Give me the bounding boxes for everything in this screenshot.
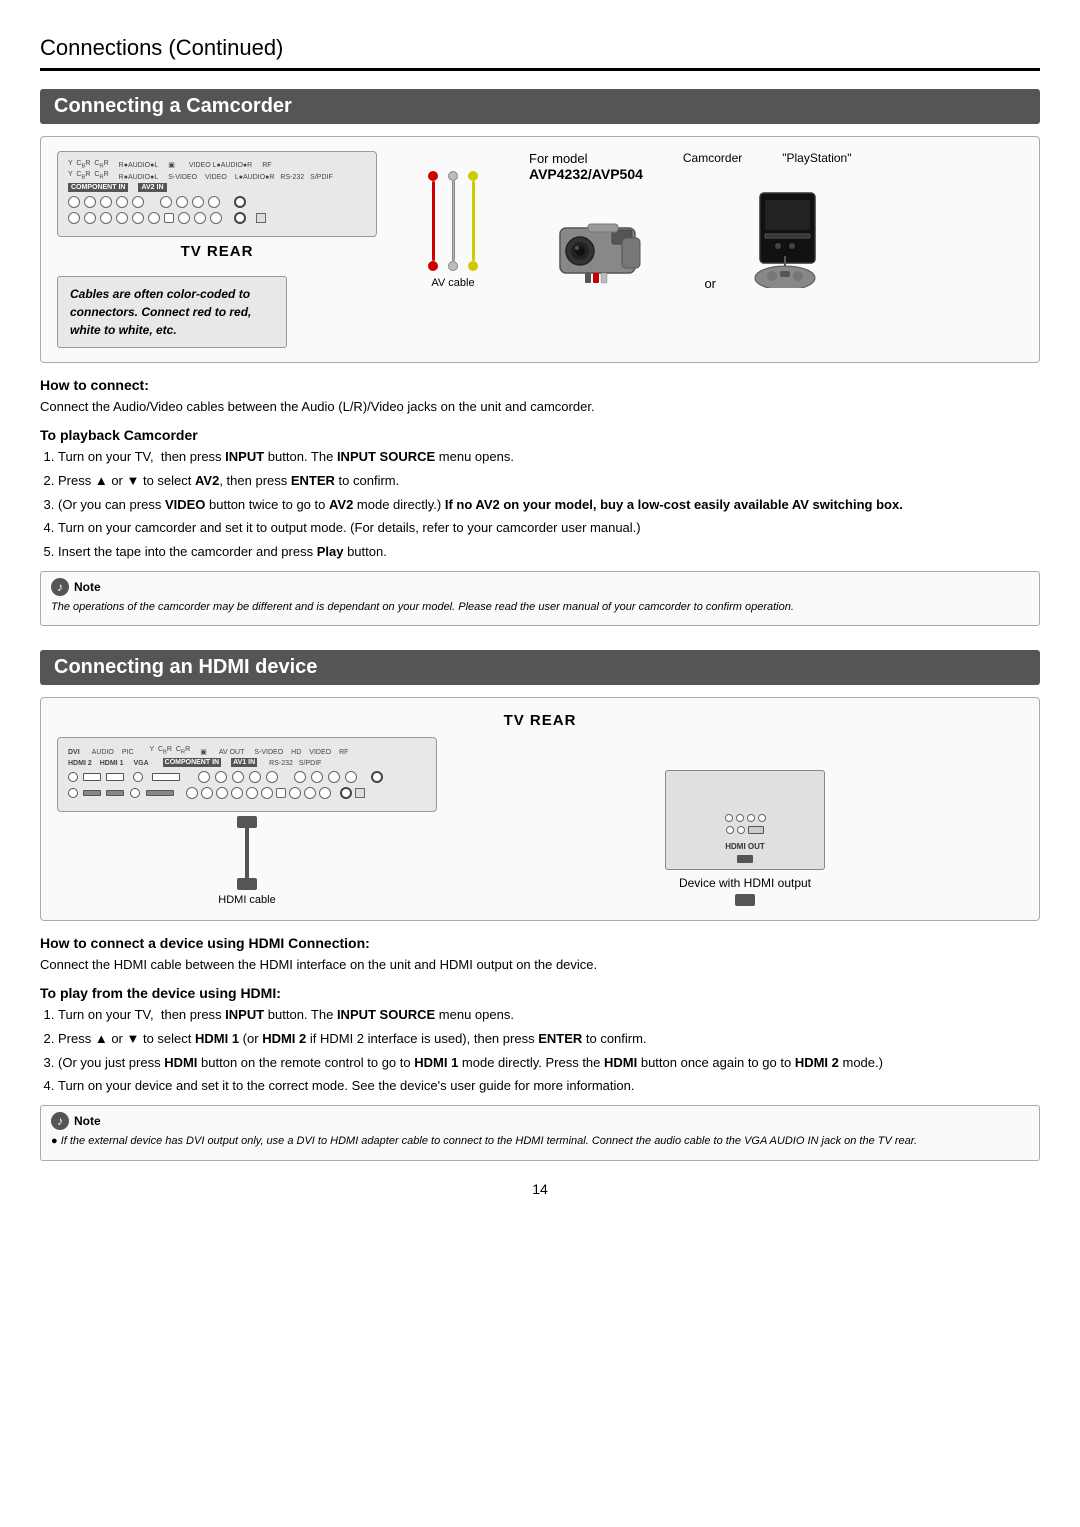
hdmi-diagram-inner: DVI AUDIO PIC Y CBR CRR ▣ AV OUT S-VIDEO… [57,737,1023,905]
hdmi-connector-bottom [237,878,257,890]
tv-panel-area: Y CBR CRR R●AUDIO●L ▣ VIDEO L●AUDIO●R RF… [57,151,377,348]
section1-header: Connecting a Camcorder [40,89,1040,124]
hdmi-panel-labels: DVI AUDIO PIC Y CBR CRR ▣ AV OUT S-VIDEO… [68,746,426,755]
title-connections: Connections [40,35,162,60]
playback-title: To playback Camcorder [40,427,1040,443]
tv-rear-label: TV REAR [57,243,377,260]
cable-area: AV cable [393,151,513,289]
section1-title: Connecting a Camcorder [54,95,292,117]
hdmi-note-icon: ♪ [51,1112,69,1130]
hdmi-device-connector [735,894,755,906]
panel-labels2: Y CBR CRR R●AUDIO●L S-VIDEO VIDEO L●AUDI… [68,171,366,180]
hdmi-play-title: To play from the device using HDMI: [40,985,1040,1001]
section2-title: Connecting an HDMI device [54,656,317,678]
list-item: Turn on your camcorder and set it to out… [58,518,1040,539]
hdmi-how-to-section: How to connect a device using HDMI Conne… [40,935,1040,1161]
av-cable-lines [428,171,478,271]
for-model-block: For model AVP4232/AVP504 [529,151,643,182]
italic-note-text: Cables are often color-coded to connecto… [70,287,251,337]
note-text-1: The operations of the camcorder may be d… [51,599,1029,616]
port-row-1 [68,196,366,208]
hdmi-port-row-2 [68,787,426,799]
hdmi-device-area: HDMI OUT Device with HDMI output [467,770,1023,906]
hdmi-device-label: Device with HDMI output [679,876,811,890]
port-row-2 [68,212,366,224]
how-to-connect-section: How to connect: Connect the Audio/Video … [40,377,1040,627]
note-box-2: ♪ Note ● If the external device has DVI … [40,1105,1040,1161]
devices-right-col: For model AVP4232/AVP504 Camcorder "Play… [529,151,851,291]
panel-labels: Y CBR CRR R●AUDIO●L ▣ VIDEO L●AUDIO●R RF [68,160,366,169]
camcorder-diagram-box: Y CBR CRR R●AUDIO●L ▣ VIDEO L●AUDIO●R RF… [40,136,1040,363]
list-item: (Or you just press HDMI button on the re… [58,1053,1040,1074]
hdmi-how-to-title: How to connect a device using HDMI Conne… [40,935,1040,951]
note-header: ♪ Note [51,578,1029,596]
playback-steps-list: Turn on your TV, then press INPUT button… [58,447,1040,563]
or-label: or [704,276,716,291]
hdmi-panel-labels2: HDMI 2 HDMI 1 VGA COMPONENT IN AV1 IN RS… [68,758,426,767]
note-label: Note [74,580,101,594]
playstation-image [740,188,830,291]
hdmi-note-label: Note [74,1114,101,1128]
note-box-1: ♪ Note The operations of the camcorder m… [40,571,1040,627]
how-to-connect-title: How to connect: [40,377,1040,393]
list-item: Turn on your TV, then press INPUT button… [58,447,1040,468]
list-item: (Or you can press VIDEO button twice to … [58,495,1040,516]
camcorder-label-block: Camcorder [683,151,742,169]
or-label-block: or [704,276,716,291]
hdmi-port-row-1 [68,771,426,783]
hdmi-tv-back-panel: DVI AUDIO PIC Y CBR CRR ▣ AV OUT S-VIDEO… [57,737,437,811]
hdmi-tv-rear-label: TV REAR [57,712,1023,729]
list-item: Turn on your TV, then press INPUT button… [58,1005,1040,1026]
hdmi-note-header: ♪ Note [51,1112,1029,1130]
ps-label-block: "PlayStation" [782,151,851,165]
hdmi-connector-top [237,816,257,828]
camcorder-label: Camcorder [683,151,742,165]
how-to-connect-text: Connect the Audio/Video cables between t… [40,397,1040,417]
list-item: Turn on your device and set it to the co… [58,1076,1040,1097]
page-number: 14 [40,1181,1040,1197]
hdmi-note-text: ● If the external device has DVI output … [51,1133,1029,1150]
hdmi-cable-line [245,828,249,878]
list-item: Press ▲ or ▼ to select AV2, then press E… [58,471,1040,492]
hdmi-device-box: HDMI OUT [665,770,825,870]
av-cable-label: AV cable [431,277,474,289]
for-model-text: For model [529,151,643,166]
hdmi-play-steps-list: Turn on your TV, then press INPUT button… [58,1005,1040,1097]
hdmi-tv-panel-block: DVI AUDIO PIC Y CBR CRR ▣ AV OUT S-VIDEO… [57,737,437,905]
tv-back-panel: Y CBR CRR R●AUDIO●L ▣ VIDEO L●AUDIO●R RF… [57,151,377,237]
italic-note-box: Cables are often color-coded to connecto… [57,276,287,348]
for-model-label: For model AVP4232/AVP504 [529,151,643,182]
page-title: Connections (Continued) [40,30,283,61]
list-item: Insert the tape into the camcorder and p… [58,542,1040,563]
section2-header: Connecting an HDMI device [40,650,1040,685]
camcorder-image [550,208,680,291]
page-header: Connections (Continued) [40,30,1040,71]
hdmi-cable-label: HDMI cable [218,894,275,906]
list-item: Press ▲ or ▼ to select HDMI 1 (or HDMI 2… [58,1029,1040,1050]
hdmi-how-to-text: Connect the HDMI cable between the HDMI … [40,955,1040,975]
ps-label: "PlayStation" [782,151,851,165]
title-continued: (Continued) [162,35,283,60]
model-numbers: AVP4232/AVP504 [529,166,643,182]
hdmi-diagram-box: TV REAR DVI AUDIO PIC Y CBR CRR ▣ AV OUT… [40,697,1040,920]
note-icon: ♪ [51,578,69,596]
